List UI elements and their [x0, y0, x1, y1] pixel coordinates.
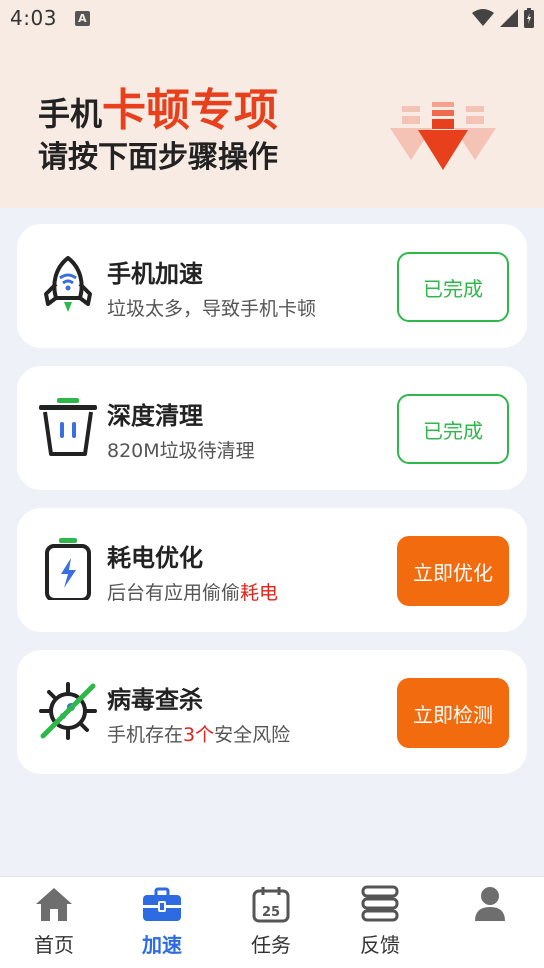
- card-subtitle: 垃圾太多，导致手机卡顿: [107, 298, 317, 320]
- battery-status-icon: [524, 8, 534, 28]
- tab-label: 反馈: [360, 933, 400, 957]
- status-icons: [472, 8, 534, 28]
- hero-subtitle: 请按下面步骤操作: [38, 140, 278, 175]
- status-time: 4:03: [10, 6, 57, 30]
- tab-boost[interactable]: 加速: [108, 877, 216, 968]
- notification-icon: A: [74, 10, 90, 26]
- rocket-icon: [44, 256, 92, 312]
- card-subtitle: 手机存在3个安全风险: [107, 724, 291, 746]
- scan-now-button[interactable]: 立即检测: [397, 678, 509, 748]
- toolbox-icon: [143, 887, 181, 921]
- card-battery-optimize[interactable]: 耗电优化 后台有应用偷偷耗电 立即优化: [17, 508, 527, 632]
- tab-profile[interactable]: [436, 877, 544, 968]
- card-title: 耗电优化: [107, 544, 203, 572]
- hero-title-accent: 卡顿专项: [102, 85, 279, 136]
- hero-title-prefix: 手机: [38, 95, 103, 133]
- tab-label: 首页: [34, 933, 74, 957]
- down-arrow-icon: [390, 102, 496, 170]
- card-phone-boost[interactable]: 手机加速 垃圾太多，导致手机卡顿 已完成: [17, 224, 527, 348]
- wifi-icon: [472, 9, 494, 26]
- hero-title: 手机卡顿专项: [38, 74, 278, 138]
- calendar-icon: 25: [252, 887, 290, 923]
- card-deep-clean[interactable]: 深度清理 820M垃圾待清理 已完成: [17, 366, 527, 490]
- done-button[interactable]: 已完成: [397, 252, 509, 322]
- status-bar: 4:03 A: [0, 0, 544, 36]
- tab-feedback[interactable]: 反馈: [326, 877, 434, 968]
- tab-home[interactable]: 首页: [0, 877, 108, 968]
- card-title: 深度清理: [107, 402, 203, 430]
- tab-label: 任务: [251, 933, 291, 957]
- svg-text:25: 25: [262, 905, 280, 920]
- hero-banner: 手机卡顿专项 请按下面步骤操作: [0, 36, 544, 208]
- signal-icon: [500, 9, 518, 27]
- card-title: 病毒查杀: [107, 686, 203, 714]
- trash-icon: [39, 398, 97, 456]
- virus-icon: [39, 682, 97, 740]
- tab-label: 加速: [142, 933, 182, 957]
- tab-tasks[interactable]: 25 任务: [217, 877, 325, 968]
- optimize-now-button[interactable]: 立即优化: [397, 536, 509, 606]
- user-icon: [475, 887, 505, 921]
- home-icon: [36, 888, 72, 921]
- card-subtitle: 后台有应用偷偷耗电: [107, 582, 279, 604]
- bottom-tab-bar: 首页 加速 25 任务 反馈: [0, 876, 544, 968]
- server-icon: [361, 885, 399, 922]
- card-title: 手机加速: [107, 260, 203, 288]
- card-virus-scan[interactable]: 病毒查杀 手机存在3个安全风险 立即检测: [17, 650, 527, 774]
- battery-icon: [45, 538, 91, 600]
- done-button[interactable]: 已完成: [397, 394, 509, 464]
- card-subtitle: 820M垃圾待清理: [107, 440, 255, 462]
